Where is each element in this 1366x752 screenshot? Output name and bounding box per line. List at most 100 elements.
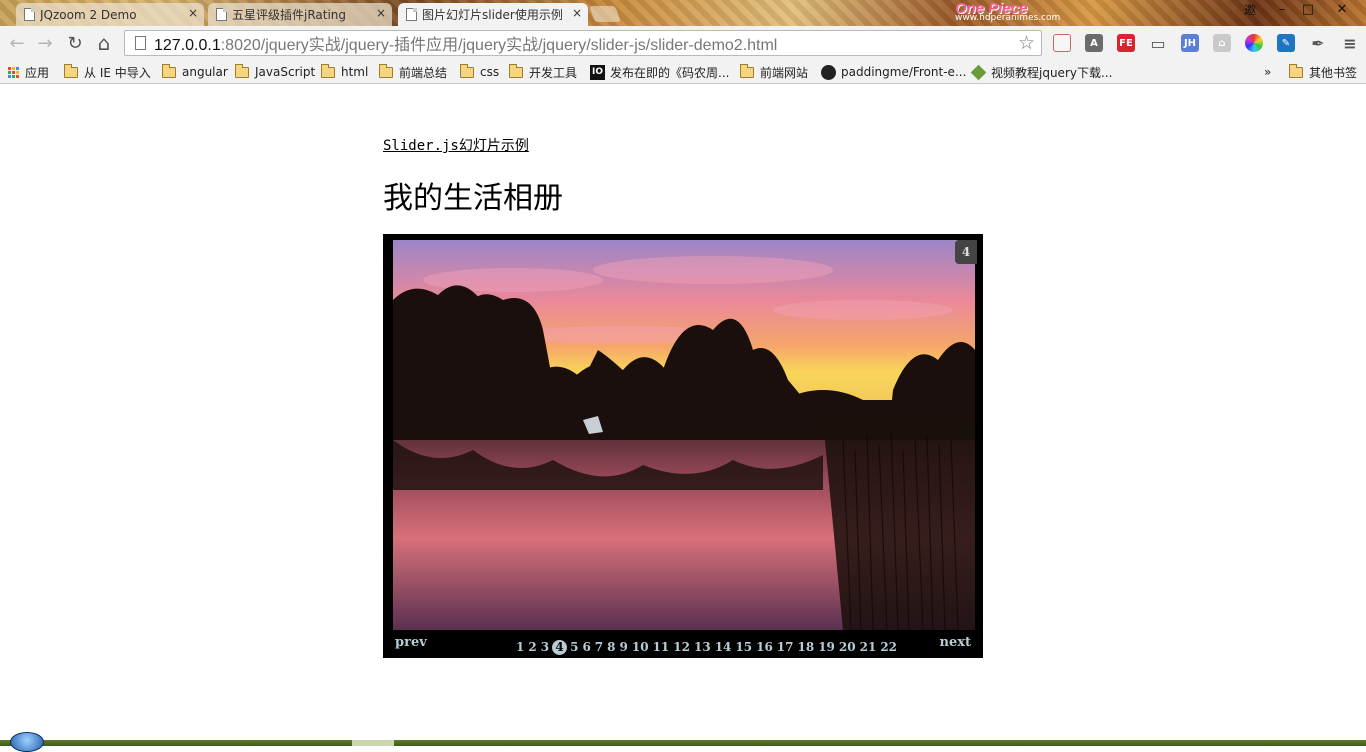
menu-icon[interactable]: ≡ [1341,34,1359,53]
bookmarks-overflow-chevron-icon[interactable]: » [1264,63,1271,81]
prev-button[interactable]: prev [395,635,427,650]
fe-icon[interactable]: FE [1117,34,1135,52]
pager-page-19[interactable]: 19 [816,639,837,655]
slide-counter: 4 [955,240,977,264]
jh-icon[interactable]: JH [1181,34,1199,52]
edit-icon[interactable]: ✎ [1277,34,1295,52]
folder-icon [509,63,523,78]
pager-page-18[interactable]: 18 [796,639,817,655]
profile-button[interactable]: 邀 [1238,0,1262,18]
bookmark-folder-dev-tools[interactable]: 开发工具 [509,63,577,81]
folder-icon [321,63,335,78]
taskbar-item[interactable] [352,740,394,746]
page-content: Slider.js幻灯片示例 我的生活相册 4 prev 1 2 3 4 5 6… [0,85,1366,740]
tab-jrating[interactable]: 五星评级插件jRating × [208,3,392,26]
url-path: :8020/jquery实战/jquery-插件应用/jquery实战/jque… [220,37,778,54]
bookmark-label: html [341,65,369,79]
bookmark-folder-javascript[interactable]: JavaScript [235,63,315,81]
folder-icon [162,63,176,78]
close-window-button[interactable]: ✕ [1328,0,1356,18]
folder-icon [64,63,78,78]
bookmark-label: 其他书签 [1309,65,1358,80]
bookmark-label: 视频教程jquery下载... [991,65,1113,80]
home-icon[interactable]: ⌂ [93,31,115,55]
reload-icon[interactable]: ↻ [64,32,86,54]
page-icon [135,36,146,50]
bookmark-folder-summary[interactable]: 前端总结 [379,63,447,81]
pager-page-17[interactable]: 17 [775,639,796,655]
bookmark-video-jquery[interactable]: 视频教程jquery下载... [970,63,1112,81]
new-tab-button[interactable] [589,6,621,22]
bookmark-folder-ie-import[interactable]: 从 IE 中导入 [64,63,151,81]
url-text[interactable]: 127.0.0.1:8020/jquery实战/jquery-插件应用/jque… [154,31,777,55]
pager-page-4[interactable]: 4 [552,639,568,655]
color-picker-icon[interactable] [1245,34,1263,52]
back-icon[interactable]: ← [6,32,28,54]
pager-page-1[interactable]: 1 [514,639,526,655]
pager-page-20[interactable]: 20 [837,639,858,655]
folder-icon [235,63,249,78]
bookmark-folder-frontend-sites[interactable]: 前端网站 [740,63,808,81]
pager-page-15[interactable]: 15 [733,639,754,655]
tab-close-icon[interactable]: × [572,6,582,20]
browser-toolbar: ← → ↻ ⌂ 127.0.0.1:8020/jquery实战/jquery-插… [0,26,1366,60]
slider: 4 prev 1 2 3 4 5 6 7 8 9 10 11 12 13 14 15 16 17 18 19 20 21… [383,234,983,658]
sunset-lake-photo [393,240,975,630]
bookmark-folder-angular[interactable]: angular [162,63,228,81]
pen-icon[interactable]: ✒ [1309,34,1327,53]
pager-page-16[interactable]: 16 [754,639,775,655]
bookmark-github-frontend[interactable]: paddingme/Front-e... [821,63,966,81]
slide-pager: 1 2 3 4 5 6 7 8 9 10 11 12 13 14 15 16 17 18 19 20 21 22 [514,639,899,655]
bookmark-folder-html[interactable]: html [321,63,368,81]
tab-close-icon[interactable]: × [188,6,198,20]
bookmark-folder-other[interactable]: 其他书签 [1289,63,1357,81]
io-icon: IO [590,64,605,80]
pager-page-9[interactable]: 9 [618,639,630,655]
pager-page-13[interactable]: 13 [692,639,713,655]
cast-icon[interactable]: ▭ [1149,34,1167,53]
bookmark-io-article[interactable]: IO 发布在即的《码农周... [590,63,729,81]
pager-page-6[interactable]: 6 [580,639,592,655]
bookmark-label: 前端网站 [760,65,809,80]
folder-icon [1289,63,1303,78]
pager-page-21[interactable]: 21 [858,639,879,655]
pager-page-7[interactable]: 7 [593,639,605,655]
bookmark-label: 前端总结 [399,65,448,80]
tab-close-icon[interactable]: × [376,6,386,20]
pager-page-5[interactable]: 5 [568,639,580,655]
angular-icon[interactable]: A [1085,34,1103,52]
pager-page-8[interactable]: 8 [605,639,617,655]
forward-icon[interactable]: → [34,32,56,54]
tab-slider-demo[interactable]: 图片幻灯片slider使用示例 × [398,3,588,26]
pager-page-2[interactable]: 2 [526,639,538,655]
tab-jqzoom[interactable]: JQzoom 2 Demo × [16,3,204,26]
pager-page-22[interactable]: 22 [878,639,899,655]
folder-icon [740,63,754,78]
next-button[interactable]: next [940,635,971,650]
bookmark-folder-css[interactable]: css [460,63,499,81]
bookmark-label: 发布在即的《码农周... [610,65,730,80]
start-button[interactable] [10,732,44,752]
bookmark-star-icon[interactable]: ☆ [1018,32,1035,54]
bookmark-manager-icon[interactable] [1053,34,1071,52]
pager-page-14[interactable]: 14 [713,639,734,655]
pager-page-12[interactable]: 12 [671,639,692,655]
pager-page-10[interactable]: 10 [630,639,651,655]
bookmark-label: JavaScript [255,65,316,79]
bookmark-label: 开发工具 [529,65,578,80]
tab-title: 五星评级插件jRating [232,8,347,22]
pager-page-11[interactable]: 11 [651,639,672,655]
pager-page-3[interactable]: 3 [539,639,551,655]
slide-image[interactable] [393,240,975,630]
bookmark-apps[interactable]: 应用 [8,63,49,81]
lock-icon[interactable]: ⌂ [1213,34,1231,52]
maximize-button[interactable]: □ [1296,0,1320,18]
video-icon [970,64,987,80]
page-heading: 我的生活相册 [383,181,563,216]
document-icon [406,8,417,21]
tab-title: 图片幻灯片slider使用示例 [422,8,563,22]
address-bar[interactable]: 127.0.0.1:8020/jquery实战/jquery-插件应用/jque… [124,30,1042,56]
bookmark-label: angular [182,65,228,79]
minimize-button[interactable]: – [1270,0,1294,18]
page-link[interactable]: Slider.js幻灯片示例 [383,135,529,155]
